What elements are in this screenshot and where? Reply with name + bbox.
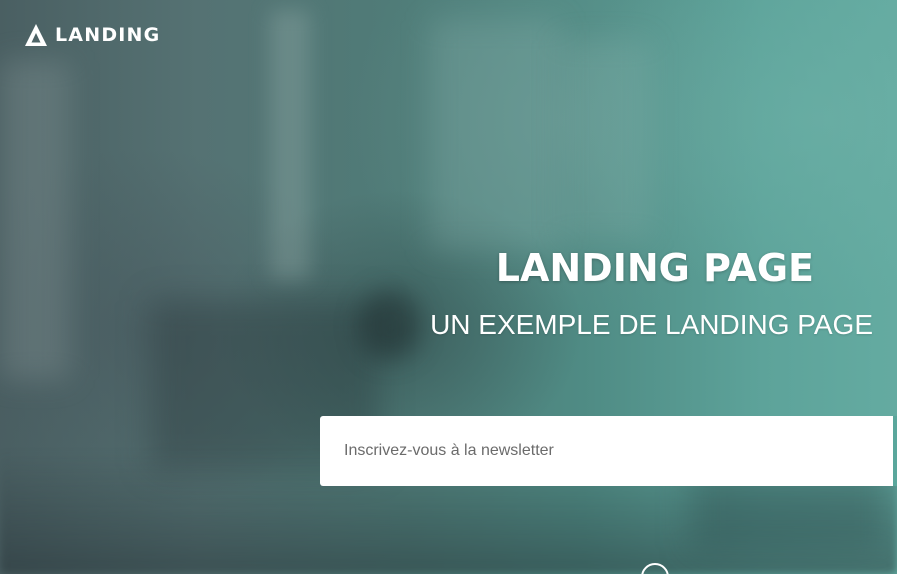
brand-logo[interactable]: LANDING bbox=[24, 22, 160, 48]
background-blur-shape bbox=[0, 60, 70, 380]
background-blur-shape bbox=[360, 290, 420, 360]
newsletter-submit-edge[interactable] bbox=[893, 416, 897, 486]
background-blur-shape bbox=[270, 10, 310, 280]
newsletter-email-input[interactable] bbox=[320, 416, 893, 486]
background-blur-shape bbox=[430, 20, 560, 250]
page-subtitle: UN EXEMPLE DE LANDING PAGE bbox=[430, 309, 873, 340]
page-title: LANDING PAGE bbox=[495, 246, 814, 290]
brand-name: LANDING bbox=[55, 24, 161, 46]
newsletter-form bbox=[320, 416, 893, 486]
triangle-logo-icon bbox=[25, 24, 47, 46]
background-blur-shape bbox=[560, 40, 650, 240]
